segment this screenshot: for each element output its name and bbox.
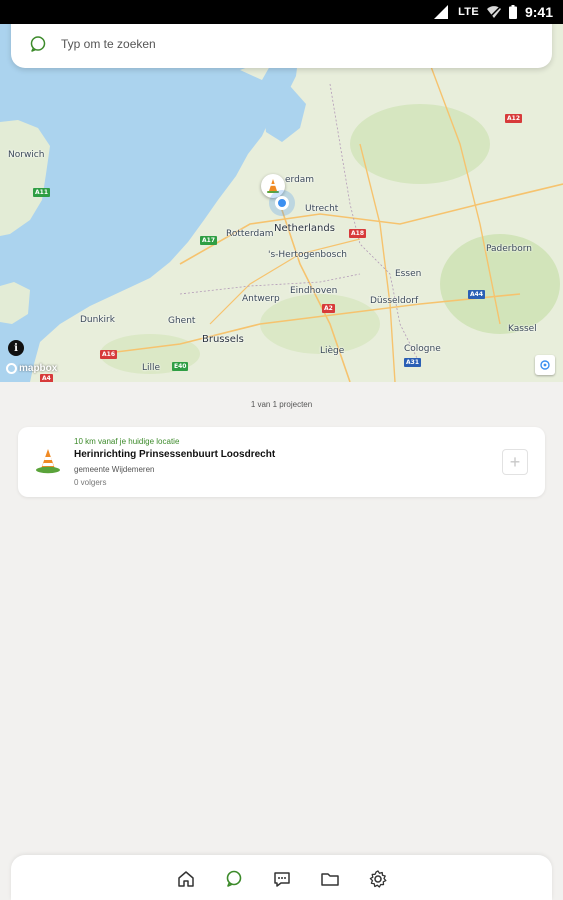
map-label-antwerp: Antwerp xyxy=(242,294,280,304)
road-shield-a11: A11 xyxy=(33,188,50,197)
search-input[interactable] xyxy=(61,37,501,51)
clock: 9:41 xyxy=(524,4,553,20)
gear-icon xyxy=(369,869,386,888)
nav-projects[interactable] xyxy=(319,868,341,890)
map-label-essen: Essen xyxy=(395,269,422,279)
signal-icon xyxy=(434,5,449,19)
nav-search[interactable] xyxy=(223,868,245,890)
map-label-eindhoven: Eindhoven xyxy=(290,286,338,296)
map-label-hertogenbosch: 's-Hertogenbosch xyxy=(268,250,347,260)
road-shield-a16: A16 xyxy=(100,350,117,359)
map-label-paderborn: Paderborn xyxy=(486,244,532,254)
map-label-kassel: Kassel xyxy=(508,324,537,334)
search-bar[interactable] xyxy=(11,20,552,68)
map-view[interactable]: Norwich erdam Netherlands Rotterdam 's-H… xyxy=(0,24,563,382)
home-icon xyxy=(177,870,194,887)
bottom-navigation xyxy=(11,855,552,900)
road-shield-a4: A4 xyxy=(40,374,53,382)
road-shield-a18: A18 xyxy=(349,229,366,238)
search-icon xyxy=(226,870,241,887)
road-shield-a17: A17 xyxy=(200,236,217,245)
road-shield-a2: A2 xyxy=(322,304,335,313)
project-organization: gemeente Wijdemeren xyxy=(74,465,155,474)
map-label-ghent: Ghent xyxy=(168,316,196,326)
results-count: 1 van 1 projecten xyxy=(250,400,313,409)
map-label-cologne: Cologne xyxy=(404,344,441,354)
project-distance: 10 km vanaf je huidige locatie xyxy=(74,437,180,446)
map-label-brussels: Brussels xyxy=(202,334,244,345)
road-shield-a31: A31 xyxy=(404,358,421,367)
road-shield-a12: A12 xyxy=(505,114,522,123)
map-info-button[interactable]: i xyxy=(8,340,24,356)
locate-me-button[interactable] xyxy=(535,355,555,375)
status-bar: LTE 9:41 xyxy=(0,0,563,24)
network-type: LTE xyxy=(458,6,479,18)
map-label-netherlands: Netherlands xyxy=(274,223,335,234)
nav-home[interactable] xyxy=(175,868,197,890)
traffic-cone-icon xyxy=(267,179,279,193)
map-label-dusseldorf: Düsseldorf xyxy=(370,296,419,306)
crosshair-icon xyxy=(540,360,550,370)
current-location-dot xyxy=(275,196,289,210)
map-label-rotterdam: Rotterdam xyxy=(226,229,274,239)
map-label-amsterdam: erdam xyxy=(285,175,315,185)
mapbox-logo-icon xyxy=(6,363,17,374)
road-shield-a44: A44 xyxy=(468,290,485,299)
project-followers: 0 volgers xyxy=(74,478,107,487)
project-card[interactable]: 10 km vanaf je huidige locatie Herinrich… xyxy=(18,427,545,497)
project-title[interactable]: Herinrichting Prinsessenbuurt Loosdrecht xyxy=(74,449,275,460)
nav-messages[interactable] xyxy=(271,868,293,890)
folder-icon xyxy=(320,872,339,886)
project-map-pin[interactable] xyxy=(261,174,285,198)
map-label-liege: Liège xyxy=(320,346,345,356)
wifi-icon xyxy=(486,5,501,19)
map-label-norwich: Norwich xyxy=(8,150,45,160)
mapbox-logo: mapbox xyxy=(6,363,57,374)
road-shield-e40: E40 xyxy=(172,362,189,371)
traffic-cone-icon xyxy=(36,449,60,474)
chat-icon xyxy=(273,871,290,887)
search-icon xyxy=(30,36,46,52)
map-label-utrecht: Utrecht xyxy=(305,204,339,214)
nav-settings[interactable] xyxy=(367,868,389,890)
info-icon: i xyxy=(14,342,18,354)
map-label-dunkirk: Dunkirk xyxy=(80,315,115,325)
follow-button[interactable]: + xyxy=(502,449,528,475)
map-label-lille: Lille xyxy=(142,363,161,373)
battery-icon xyxy=(508,5,517,19)
